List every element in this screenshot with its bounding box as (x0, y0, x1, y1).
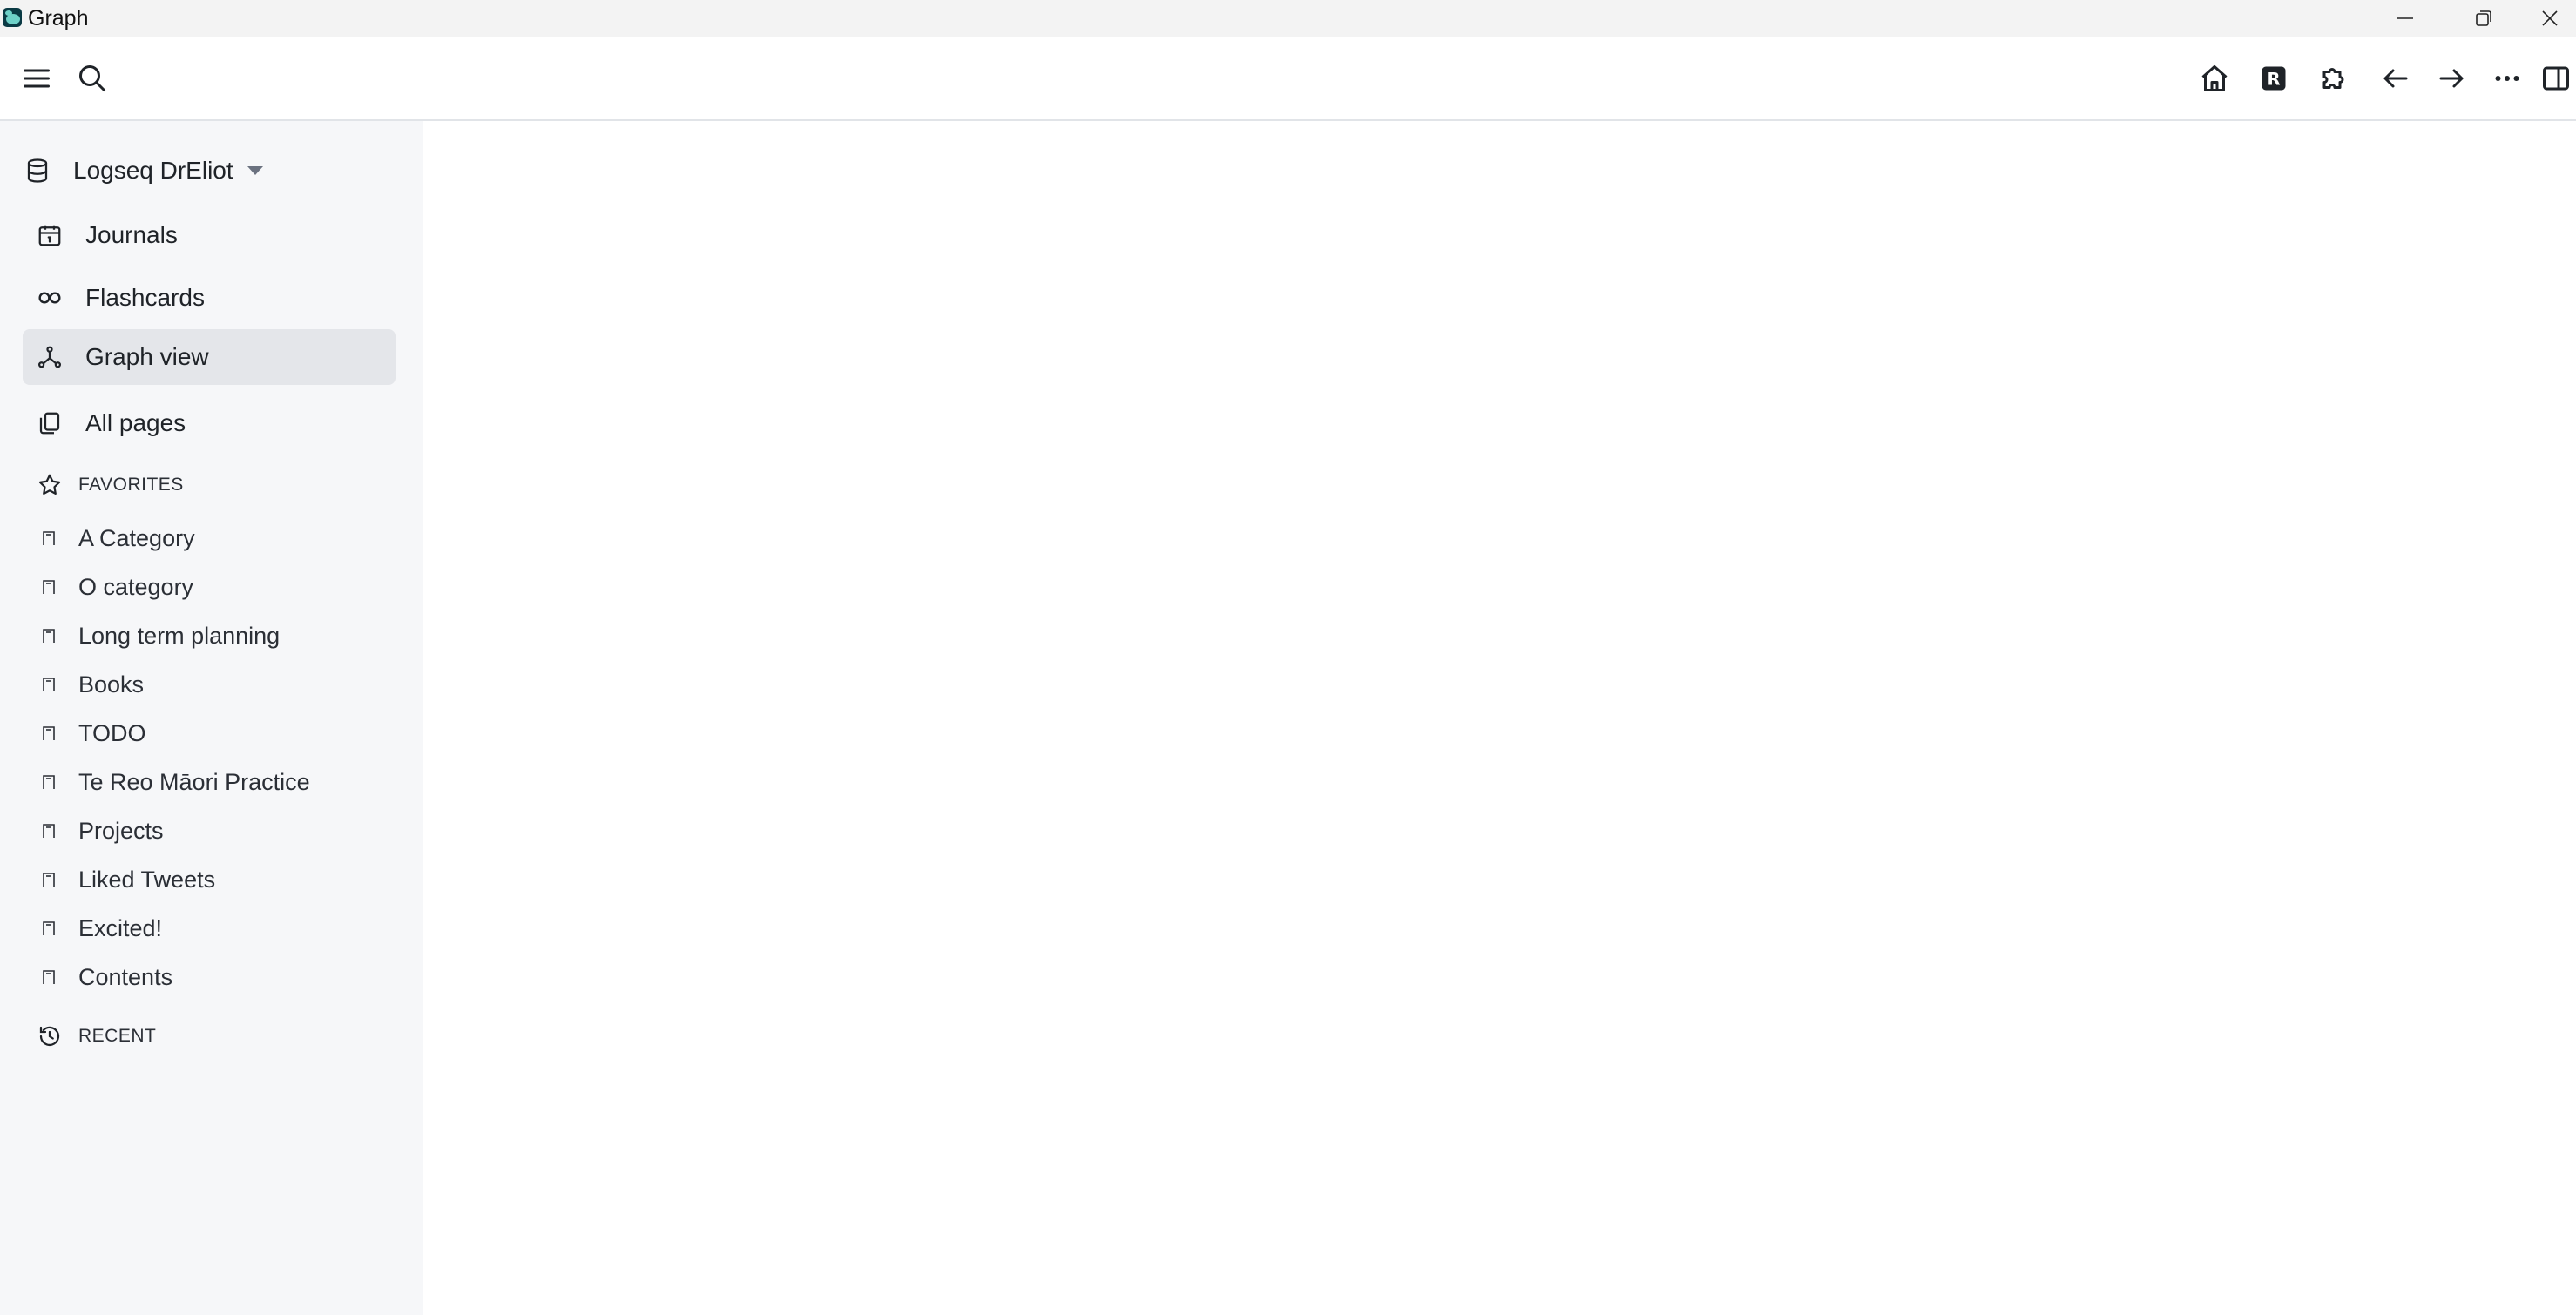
favorite-item[interactable]: Contents (38, 958, 172, 996)
page-icon (38, 625, 59, 646)
close-button[interactable] (2523, 0, 2576, 37)
favorite-item[interactable]: O category (38, 568, 193, 606)
home-button[interactable] (2192, 56, 2237, 101)
search-button[interactable] (70, 56, 115, 101)
nav-journals[interactable]: Journals (23, 207, 396, 263)
favorite-label: Liked Tweets (78, 866, 216, 893)
chevron-down-icon (247, 166, 263, 175)
nav-all-pages-label: All pages (85, 409, 186, 436)
search-icon (77, 63, 108, 94)
app-logo-icon (2, 7, 23, 28)
puzzle-icon (2319, 63, 2350, 94)
sidebar-toggle-icon (2540, 63, 2572, 94)
pages-icon (35, 408, 64, 438)
graph-name: Logseq DrEliot (73, 157, 233, 184)
window-title: Graph (28, 6, 89, 30)
star-icon (35, 470, 64, 500)
nav-all-pages[interactable]: All pages (23, 395, 396, 451)
favorite-item[interactable]: Books (38, 665, 144, 704)
favorite-item[interactable]: Te Reo Māori Practice (38, 763, 310, 801)
calendar-icon (35, 220, 64, 250)
restore-button[interactable] (2444, 0, 2523, 37)
svg-text:R: R (2267, 70, 2280, 90)
favorite-label: Excited! (78, 914, 163, 941)
favorites-title: FAVORITES (78, 475, 184, 495)
r-plugin-button[interactable]: R (2251, 56, 2296, 101)
favorite-label: Long term planning (78, 622, 281, 649)
recent-header[interactable]: RECENT (35, 1019, 156, 1054)
nav-graph-view-label: Graph view (85, 343, 209, 370)
page-icon (38, 674, 59, 695)
favorite-label: Contents (78, 963, 173, 990)
graph-icon (35, 342, 64, 372)
page-icon (38, 528, 59, 549)
r-logo-icon: R (2258, 63, 2289, 94)
menu-button[interactable] (14, 56, 59, 101)
minimize-button[interactable] (2366, 0, 2444, 37)
right-sidebar-toggle[interactable] (2539, 56, 2573, 101)
favorite-item[interactable]: Long term planning (38, 617, 280, 655)
home-icon (2199, 63, 2230, 94)
page-icon (38, 723, 59, 744)
favorite-label: Projects (78, 817, 164, 844)
favorite-item[interactable]: Liked Tweets (38, 860, 215, 899)
arrow-right-icon (2436, 63, 2467, 94)
nav-journals-label: Journals (85, 221, 178, 248)
toolbar: R (0, 37, 2576, 121)
more-button[interactable] (2485, 56, 2530, 101)
favorites-header[interactable]: FAVORITES (35, 468, 184, 502)
page-icon (38, 577, 59, 597)
forward-button[interactable] (2429, 56, 2474, 101)
favorite-item[interactable]: A Category (38, 519, 195, 557)
menu-icon (21, 63, 52, 94)
page-icon (38, 820, 59, 841)
window-titlebar: Graph (0, 0, 2576, 37)
page-icon (38, 772, 59, 792)
page-icon (38, 869, 59, 890)
recent-title: RECENT (78, 1026, 157, 1046)
page-icon (38, 918, 59, 939)
infinity-icon (35, 283, 64, 313)
history-icon (35, 1022, 64, 1051)
favorite-label: TODO (78, 719, 146, 746)
more-icon (2491, 63, 2523, 94)
nav-flashcards[interactable]: Flashcards (23, 270, 396, 326)
favorite-item[interactable]: Projects (38, 812, 164, 850)
favorite-item[interactable]: Excited! (38, 909, 162, 947)
nav-flashcards-label: Flashcards (85, 284, 205, 311)
graph-selector[interactable]: Logseq DrEliot (23, 150, 263, 192)
arrow-left-icon (2380, 63, 2411, 94)
favorite-label: Books (78, 671, 145, 698)
plugins-button[interactable] (2312, 56, 2357, 101)
graph-canvas[interactable] (423, 121, 2576, 1315)
favorite-label: A Category (78, 524, 195, 551)
favorite-label: Te Reo Māori Practice (78, 768, 310, 795)
database-icon (23, 156, 52, 185)
favorite-item[interactable]: TODO (38, 714, 146, 752)
nav-graph-view[interactable]: Graph view (23, 329, 396, 385)
favorite-label: O category (78, 573, 194, 600)
back-button[interactable] (2373, 56, 2418, 101)
page-icon (38, 967, 59, 988)
